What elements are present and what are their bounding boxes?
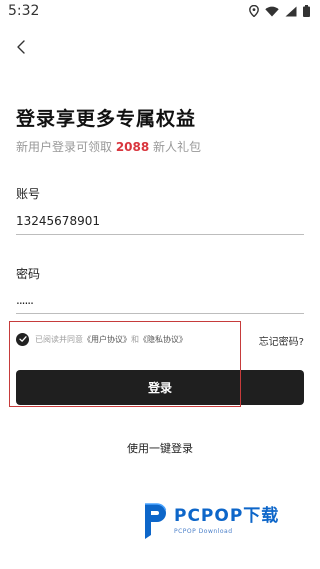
checkmark-icon — [18, 336, 27, 342]
pcpop-logo-icon — [145, 503, 167, 539]
password-field[interactable] — [16, 286, 304, 314]
status-icons — [249, 5, 310, 17]
agreement-and: 和 — [131, 334, 139, 344]
agreement-checkbox[interactable] — [16, 332, 29, 346]
battery-icon — [303, 5, 310, 17]
agreement-prefix: 已阅读并同意 — [35, 334, 83, 344]
login-button[interactable]: 登录 — [16, 370, 304, 405]
account-input[interactable] — [16, 213, 304, 228]
promo-suffix: 新人礼包 — [149, 140, 202, 154]
forgot-password-link[interactable]: 忘记密码? — [259, 333, 304, 348]
page-title: 登录享更多专属权益 — [16, 108, 197, 130]
back-button[interactable] — [10, 36, 32, 58]
one-click-login-link[interactable]: 使用一键登录 — [0, 440, 320, 456]
password-input[interactable] — [16, 292, 304, 307]
promo-amount: 2088 — [115, 140, 150, 154]
wifi-icon — [265, 6, 279, 16]
location-icon — [249, 5, 259, 17]
status-bar: 5:32 — [0, 0, 320, 22]
account-label: 账号 — [16, 187, 41, 201]
agreement-text: 已阅读并同意《用户协议》和《隐私协议》 — [35, 334, 187, 345]
user-agreement-link[interactable]: 《用户协议》 — [83, 335, 131, 344]
watermark-brand: PCPOP下载 — [174, 505, 280, 526]
password-label: 密码 — [16, 267, 41, 281]
status-time: 5:32 — [8, 3, 40, 19]
promo-prefix: 新用户登录可领取 — [16, 140, 116, 154]
chevron-left-icon — [17, 40, 25, 54]
signal-icon — [285, 6, 297, 16]
account-field[interactable] — [16, 207, 304, 235]
privacy-agreement-link[interactable]: 《隐私协议》 — [139, 335, 187, 344]
promo-subtitle: 新用户登录可领取 2088 新人礼包 — [16, 138, 201, 155]
watermark-sub: PCPOP Download — [174, 527, 233, 535]
watermark: PCPOP下载 PCPOP Download — [136, 500, 279, 540]
